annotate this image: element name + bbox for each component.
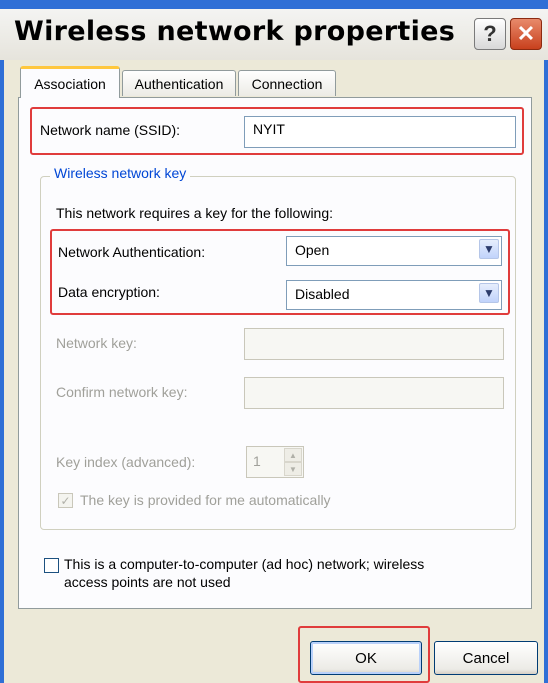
adhoc-label-line2: access points are not used [64,574,231,590]
close-button[interactable]: ✕ [510,18,542,50]
encryption-select-value: Disabled [295,286,350,302]
key-index-value: 1 [253,453,261,469]
window-title: Wireless network properties [14,16,456,47]
adhoc-label-line1: This is a computer-to-computer (ad hoc) … [64,556,425,572]
confirm-key-input[interactable] [244,377,504,409]
network-key-label: Network key: [56,335,137,351]
tab-label: Authentication [134,75,224,92]
key-description: This network requires a key for the foll… [56,205,334,221]
auth-label: Network Authentication: [58,244,206,260]
auth-select-value: Open [295,242,330,258]
ssid-input[interactable]: NYIT [244,116,516,148]
confirm-key-label: Confirm network key: [56,384,188,400]
auto-key-checkbox[interactable]: ✓ [58,493,73,508]
encryption-label: Data encryption: [58,284,160,300]
tab-authentication[interactable]: Authentication [122,70,236,96]
tab-label: Association [34,75,106,92]
window-top-edge [0,0,548,9]
ok-button[interactable]: OK [310,641,422,675]
encryption-select[interactable]: Disabled ▼ [286,280,502,310]
network-key-input[interactable] [244,328,504,360]
ssid-label: Network name (SSID): [40,122,181,138]
tab-label: Connection [251,75,323,92]
auto-key-label: The key is provided for me automatically [80,492,331,508]
spinner-down-icon[interactable]: ▼ [284,462,302,476]
auth-select[interactable]: Open ▼ [286,236,502,266]
tab-connection[interactable]: Connection [238,70,336,96]
dialog-window: Wireless network properties ? ✕ Associat… [0,0,548,683]
cancel-button[interactable]: Cancel [434,641,538,675]
key-index-label: Key index (advanced): [56,454,196,470]
wireless-key-legend: Wireless network key [50,165,191,181]
key-index-spinner[interactable]: 1 ▲ ▼ [246,446,304,478]
spinner-up-icon[interactable]: ▲ [284,448,302,462]
help-icon: ? [483,21,497,46]
chevron-down-icon[interactable]: ▼ [479,283,499,303]
adhoc-checkbox[interactable] [44,558,59,573]
tab-association[interactable]: Association [20,66,120,98]
close-icon: ✕ [516,21,536,46]
help-button[interactable]: ? [474,18,506,50]
checkmark-icon: ✓ [60,493,71,508]
chevron-down-icon[interactable]: ▼ [479,239,499,259]
